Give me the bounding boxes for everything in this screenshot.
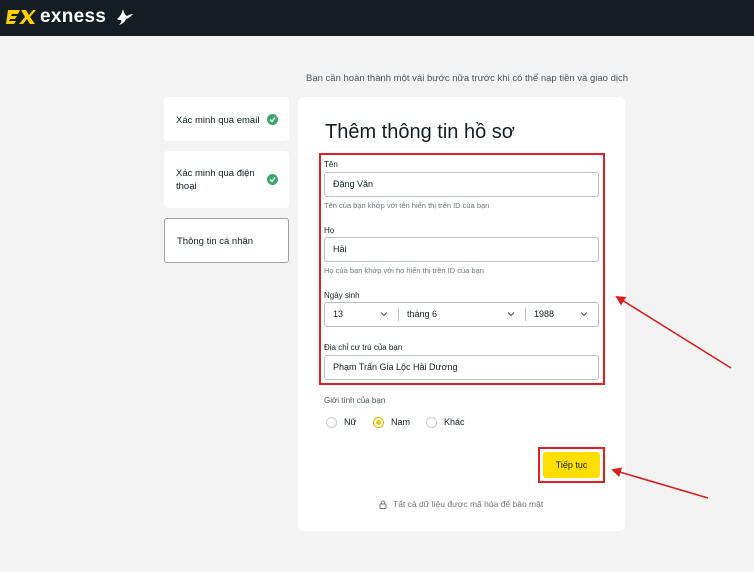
annotation-arrows [611, 295, 732, 499]
annotation-arrow [615, 295, 732, 369]
annotation-arrow [611, 467, 709, 499]
